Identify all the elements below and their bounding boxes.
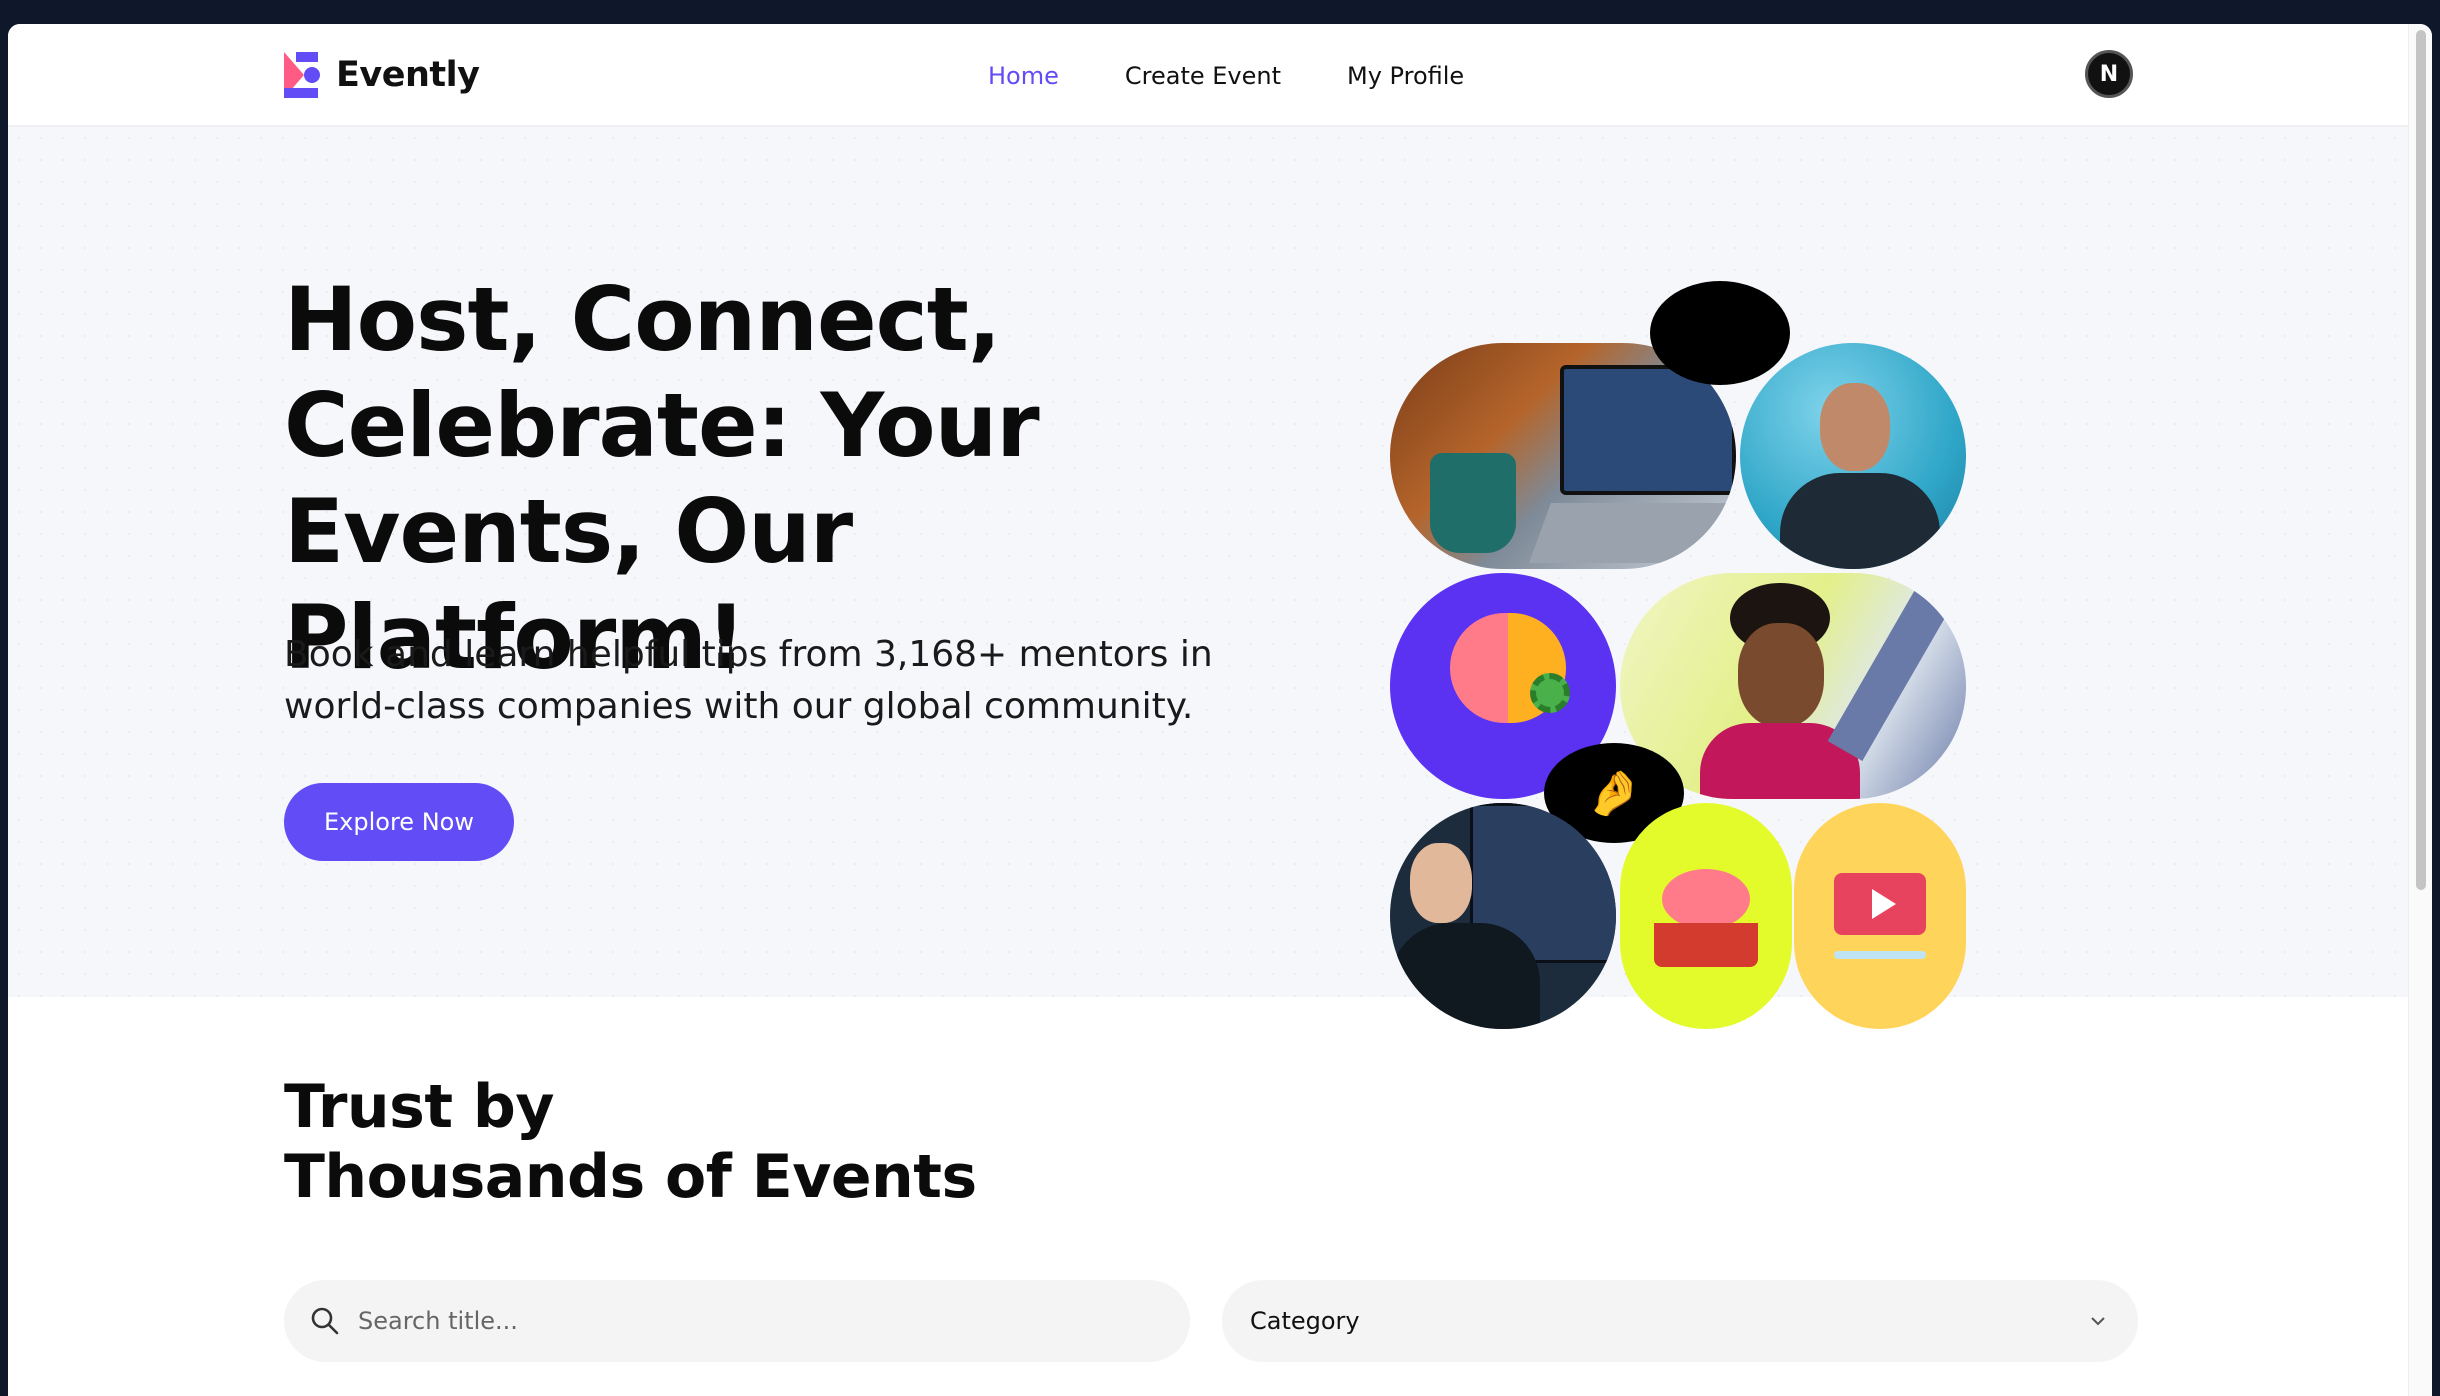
man-head-shape: [1820, 383, 1890, 471]
main-nav: Home Create Event My Profile: [988, 62, 1464, 90]
brain-book-illustration: [1620, 803, 1792, 1029]
book-shape: [1654, 923, 1758, 967]
search-icon: [311, 1307, 339, 1335]
browser-viewport: Evently Home Create Event My Profile N H…: [8, 24, 2432, 1396]
speech-bubble-love: 😍: [1650, 281, 1790, 385]
presenter-head-shape: [1410, 843, 1472, 923]
check-mark-shape: [1827, 585, 1953, 761]
presenter-body-shape: [1390, 923, 1540, 1029]
category-select[interactable]: Category: [1222, 1280, 2138, 1362]
mug-shape: [1430, 453, 1516, 553]
nav-home[interactable]: Home: [988, 62, 1059, 90]
hero-title-line-2: Celebrate: Your: [284, 374, 1040, 477]
trust-title-line-1: Trust by: [284, 1072, 554, 1142]
hero-subtitle-line-1: Book and learn helpful tips from 3,168+ …: [284, 634, 1213, 675]
hero-title-line-1: Host, Connect,: [284, 268, 1001, 371]
search-field[interactable]: [284, 1280, 1190, 1362]
laughing-man-image: [1740, 343, 1966, 569]
gear-icon: [1530, 673, 1570, 713]
laptop-keyboard-shape: [1529, 503, 1736, 563]
avatar-initial: N: [2099, 61, 2119, 87]
brain-left-shape: [1450, 613, 1508, 723]
trust-title-line-2: Thousands of Events: [284, 1142, 977, 1212]
heart-eyes-emoji-icon: 😍: [1697, 307, 1743, 359]
play-button-icon: [1834, 873, 1926, 935]
chevron-down-icon: [2091, 1317, 2105, 1326]
explore-now-button[interactable]: Explore Now: [284, 783, 514, 861]
progress-track-shape: [1834, 951, 1926, 959]
search-input[interactable]: [358, 1307, 1158, 1335]
page-scrollbar[interactable]: [2408, 24, 2432, 1396]
hero-section: Host, Connect, Celebrate: Your Events, O…: [8, 127, 2408, 1029]
presenter-image: [1390, 803, 1616, 1029]
video-player-illustration: [1794, 803, 1966, 1029]
woman-face-shape: [1738, 623, 1824, 727]
hero-collage: 😍 🤌: [1382, 235, 1972, 1029]
hero-subtitle-line-2: world-class companies with our global co…: [284, 686, 1194, 727]
scrollbar-thumb[interactable]: [2416, 30, 2426, 890]
hero-title: Host, Connect, Celebrate: Your Events, O…: [284, 267, 1244, 691]
logo-link[interactable]: Evently: [284, 52, 480, 98]
nav-create-event[interactable]: Create Event: [1125, 62, 1281, 90]
site-header: Evently Home Create Event My Profile N: [8, 24, 2408, 127]
user-avatar[interactable]: N: [2085, 50, 2133, 98]
hero-subtitle: Book and learn helpful tips from 3,168+ …: [284, 629, 1264, 733]
evently-logo-icon: [284, 52, 320, 98]
trust-section-title: Trust by Thousands of Events: [284, 1072, 977, 1212]
brain-pink-shape: [1662, 869, 1750, 929]
nav-my-profile[interactable]: My Profile: [1347, 62, 1464, 90]
brand-name: Evently: [336, 55, 480, 95]
man-body-shape: [1780, 473, 1940, 569]
category-select-label: Category: [1250, 1307, 1360, 1335]
